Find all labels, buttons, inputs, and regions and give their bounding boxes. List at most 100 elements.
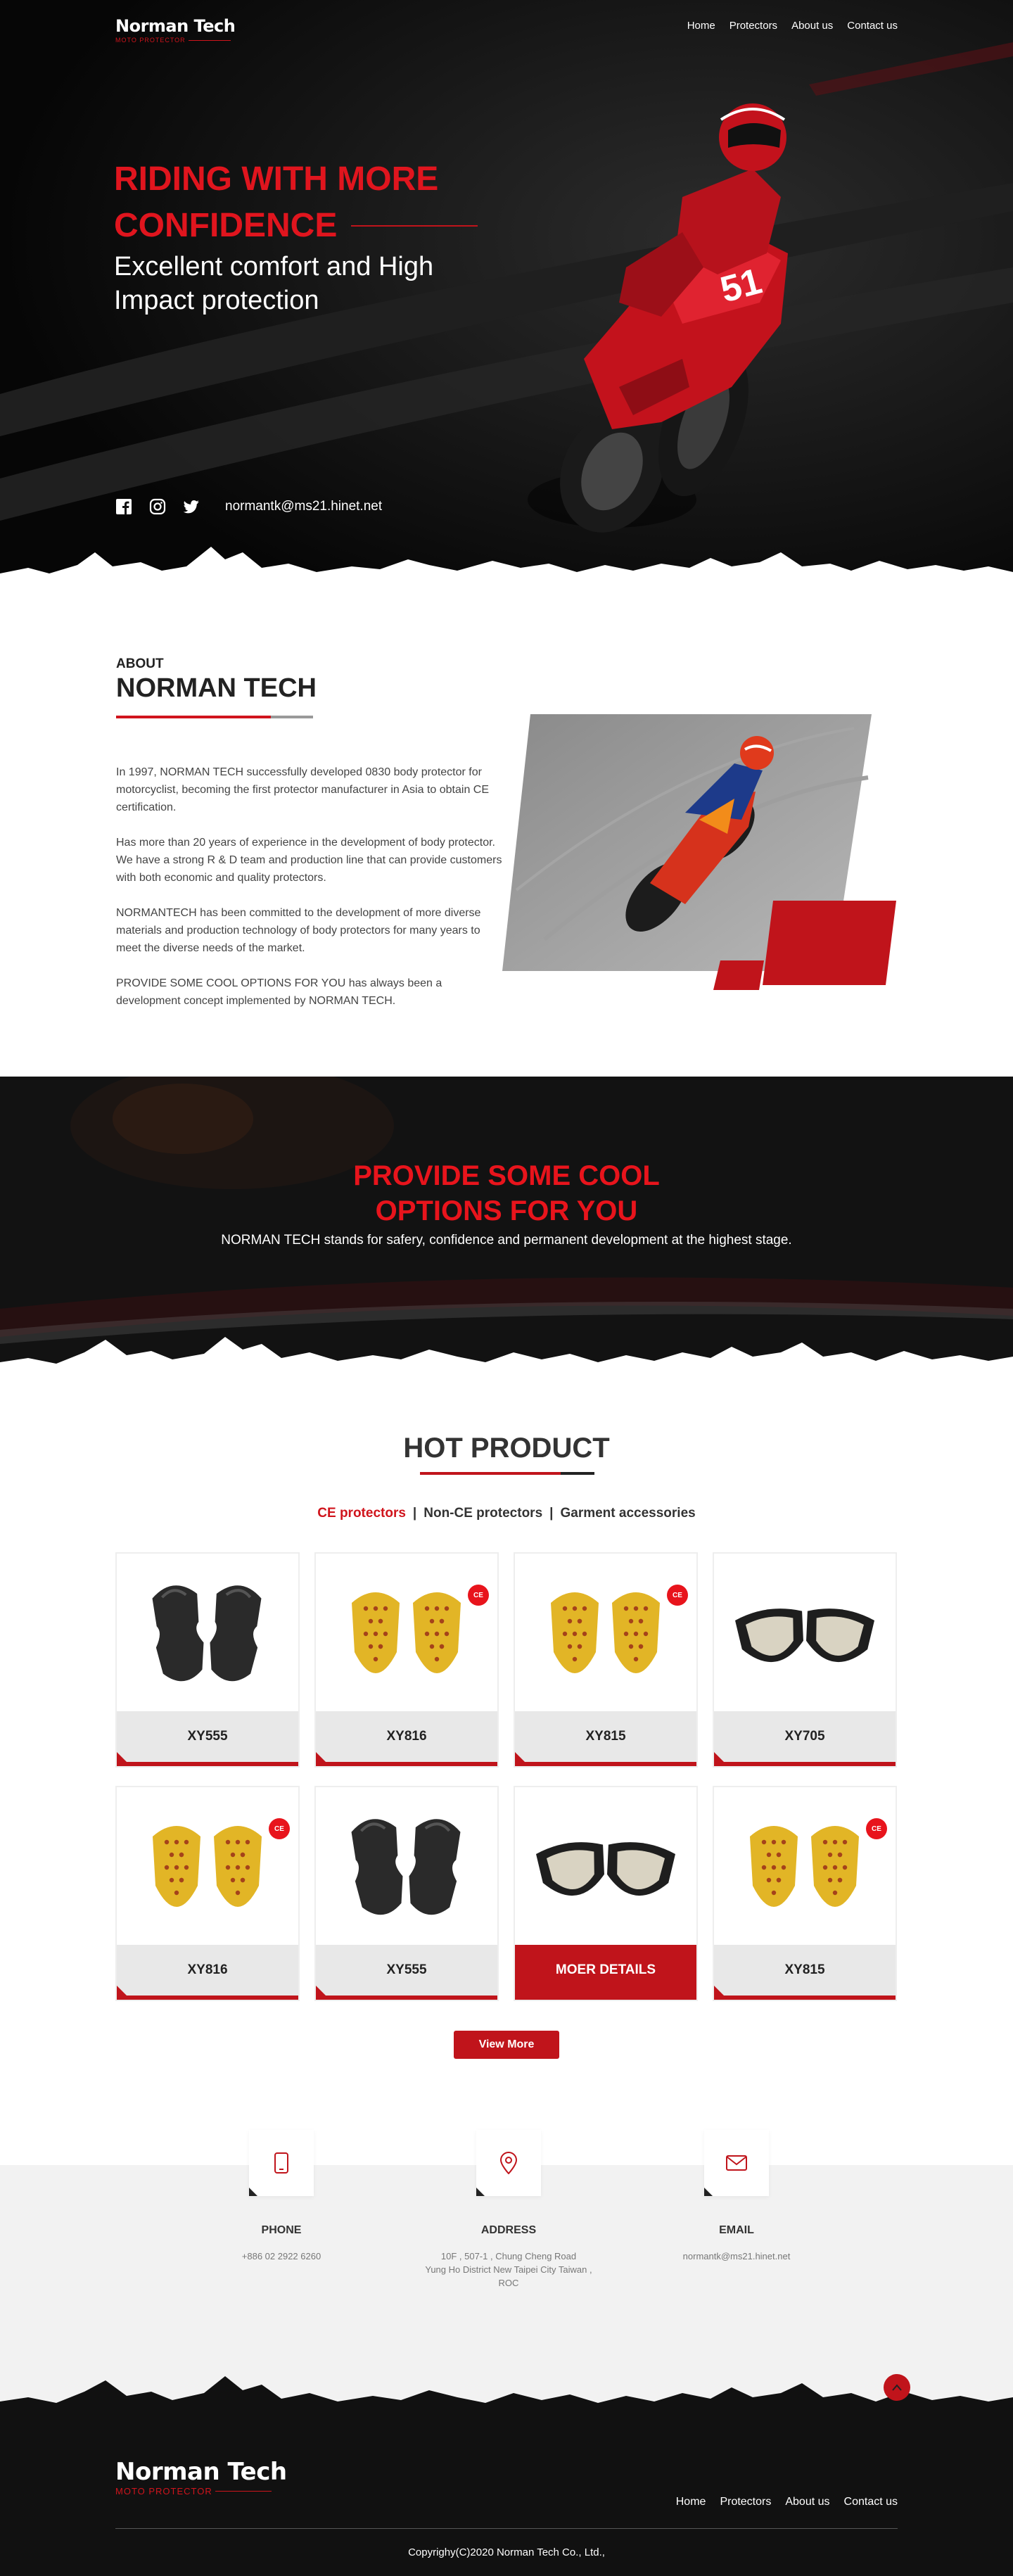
filter-garment[interactable]: Garment accessories [560, 1506, 695, 1521]
hero-title-line1: RIDING WITH MORE [114, 160, 439, 198]
contact-value: 10F , 507-1 , Chung Cheng Road Yung Ho D… [417, 2250, 600, 2290]
torn-edge-divider [0, 2376, 1013, 2431]
top-nav: Norman Tech MOTO PROTECTOR Home Protecto… [115, 17, 898, 45]
footer-logo-name: Norman Tech [115, 2458, 287, 2486]
product-card[interactable]: CE XY815 [713, 1786, 897, 2001]
product-image [536, 1842, 675, 1896]
contact-heading: PHONE [261, 2224, 302, 2236]
torn-edge-divider [0, 1337, 1013, 1381]
banner-subtitle: NORMAN TECH stands for safery, confidenc… [221, 1233, 792, 1248]
about-eyebrow: ABOUT [116, 656, 164, 671]
product-name: XY555 [316, 1945, 497, 2000]
product-card[interactable]: MOER DETAILS [514, 1786, 698, 2001]
products-title: HOT PRODUCT [403, 1433, 610, 1464]
hero-social-bar: normantk@ms21.hinet.net [115, 498, 382, 515]
contact-heading: ADDRESS [480, 2224, 537, 2236]
banner-heading: PROVIDE SOME COOL OPTIONS FOR YOU [0, 1158, 1013, 1229]
logo[interactable]: Norman Tech MOTO PROTECTOR [115, 16, 236, 44]
product-name: XY816 [316, 1711, 497, 1766]
product-image [750, 1826, 859, 1907]
address-line: 10F , 507-1 , Chung Cheng Road [440, 2251, 577, 2261]
product-image [153, 1826, 262, 1907]
map-pin-icon [499, 2152, 518, 2174]
nav-home[interactable]: Home [687, 20, 715, 32]
product-card[interactable]: XY555 [115, 1552, 300, 1768]
banner-heading-line2: OPTIONS FOR YOU [375, 1195, 638, 1226]
more-details-button[interactable]: MOER DETAILS [515, 1945, 696, 2000]
product-image [351, 1819, 461, 1915]
ce-badge: CE [667, 1585, 688, 1606]
hero-rider-image: 51 [528, 103, 788, 533]
facebook-icon[interactable] [115, 498, 132, 515]
back-to-top-button[interactable] [884, 2374, 910, 2401]
ce-badge: CE [468, 1585, 489, 1606]
twitter-icon[interactable] [183, 498, 200, 515]
filter-non-ce[interactable]: Non-CE protectors [423, 1506, 542, 1521]
contact-value[interactable]: +886 02 2922 6260 [190, 2250, 373, 2263]
about-section: ABOUT NORMAN TECH In 1997, NORMAN TECH s… [0, 595, 1013, 1077]
view-more-button[interactable]: View More [454, 2031, 559, 2059]
footer-logo[interactable]: Norman Tech MOTO PROTECTOR [115, 2459, 287, 2496]
product-name: XY815 [714, 1945, 896, 2000]
hero-section: Norman Tech MOTO PROTECTOR Home Protecto… [0, 0, 1013, 595]
phone-icon [274, 2152, 288, 2174]
ce-badge: CE [269, 1818, 290, 1839]
product-card[interactable]: CE XY816 [115, 1786, 300, 2001]
contact-icon-box [704, 2130, 769, 2196]
contact-section: PHONE +886 02 2922 6260 ADDRESS 10F , 50… [0, 2130, 1013, 2431]
torn-edge-divider [0, 547, 1013, 595]
contact-phone: PHONE +886 02 2922 6260 [190, 2130, 373, 2263]
footer-contact[interactable]: Contact us [844, 2496, 898, 2508]
footer-divider [115, 2528, 898, 2529]
product-image [735, 1609, 874, 1663]
about-paragraph: Has more than 20 years of experience in … [116, 837, 502, 884]
product-filters: CE protectors | Non-CE protectors | Garment … [0, 1506, 1013, 1521]
product-image [152, 1585, 262, 1682]
product-image [352, 1592, 461, 1673]
contact-email: EMAIL normantk@ms21.hinet.net [645, 2130, 828, 2263]
hero-subtitle: Excellent comfort and High Impact protec… [114, 252, 434, 315]
contact-address: ADDRESS 10F , 507-1 , Chung Cheng Road Y… [417, 2130, 600, 2290]
contact-icon-box [249, 2130, 314, 2196]
footer-logo-tagline-text: MOTO PROTECTOR [115, 2486, 212, 2496]
nav-contact[interactable]: Contact us [847, 20, 898, 32]
footer-protectors[interactable]: Protectors [720, 2496, 771, 2508]
cool-options-banner: PROVIDE SOME COOL OPTIONS FOR YOU NORMAN… [0, 1077, 1013, 1381]
footer-about[interactable]: About us [785, 2496, 829, 2508]
products-title-underline [420, 1472, 594, 1475]
contact-value[interactable]: normantk@ms21.hinet.net [645, 2250, 828, 2263]
filter-separator: | [412, 1506, 417, 1521]
filter-ce[interactable]: CE protectors [317, 1506, 406, 1521]
footer-logo-tagline: MOTO PROTECTOR [115, 2486, 287, 2496]
about-title: NORMAN TECH [116, 673, 317, 703]
copyright: Copyrighy(C)2020 Norman Tech Co., Ltd., [408, 2546, 605, 2558]
mail-icon [726, 2155, 747, 2171]
about-paragraph: PROVIDE SOME COOL OPTIONS FOR YOU has al… [116, 977, 442, 1007]
logo-name: Norman Tech [115, 16, 236, 36]
logo-tagline: MOTO PROTECTOR [115, 37, 235, 44]
contact-heading: EMAIL [719, 2224, 754, 2236]
nav-protectors[interactable]: Protectors [730, 20, 777, 32]
product-card[interactable]: CE XY816 [314, 1552, 499, 1768]
product-card[interactable]: XY705 [713, 1552, 897, 1768]
product-name: XY705 [714, 1711, 896, 1766]
about-rider-image [502, 714, 896, 990]
footer-home[interactable]: Home [676, 2496, 706, 2508]
nav-links: Home Protectors About us Contact us [687, 20, 898, 32]
about-title-underline [116, 716, 313, 718]
logo-tagline-text: MOTO PROTECTOR [115, 37, 186, 44]
instagram-icon[interactable] [149, 498, 166, 515]
chevron-up-icon [892, 2384, 902, 2391]
nav-about[interactable]: About us [791, 20, 833, 32]
address-line: Yung Ho District New Taipei City Taiwan … [425, 2264, 592, 2288]
product-card[interactable]: XY555 [314, 1786, 499, 2001]
hot-product-section: HOT PRODUCT CE protectors | Non-CE protect… [0, 1381, 1013, 2165]
product-card[interactable]: CE XY815 [514, 1552, 698, 1768]
hero-title: RIDING WITH MORE CONFIDENCE [114, 156, 478, 249]
product-name: XY816 [117, 1945, 298, 2000]
banner-heading-line1: PROVIDE SOME COOL [353, 1160, 660, 1191]
about-text: In 1997, NORMAN TECH successfully develo… [116, 763, 507, 1027]
product-name: XY815 [515, 1711, 696, 1766]
hero-email[interactable]: normantk@ms21.hinet.net [225, 499, 382, 514]
product-grid: XY555 CE XY816 CE XY815 XY705 CE XY816 X… [115, 1552, 898, 2001]
